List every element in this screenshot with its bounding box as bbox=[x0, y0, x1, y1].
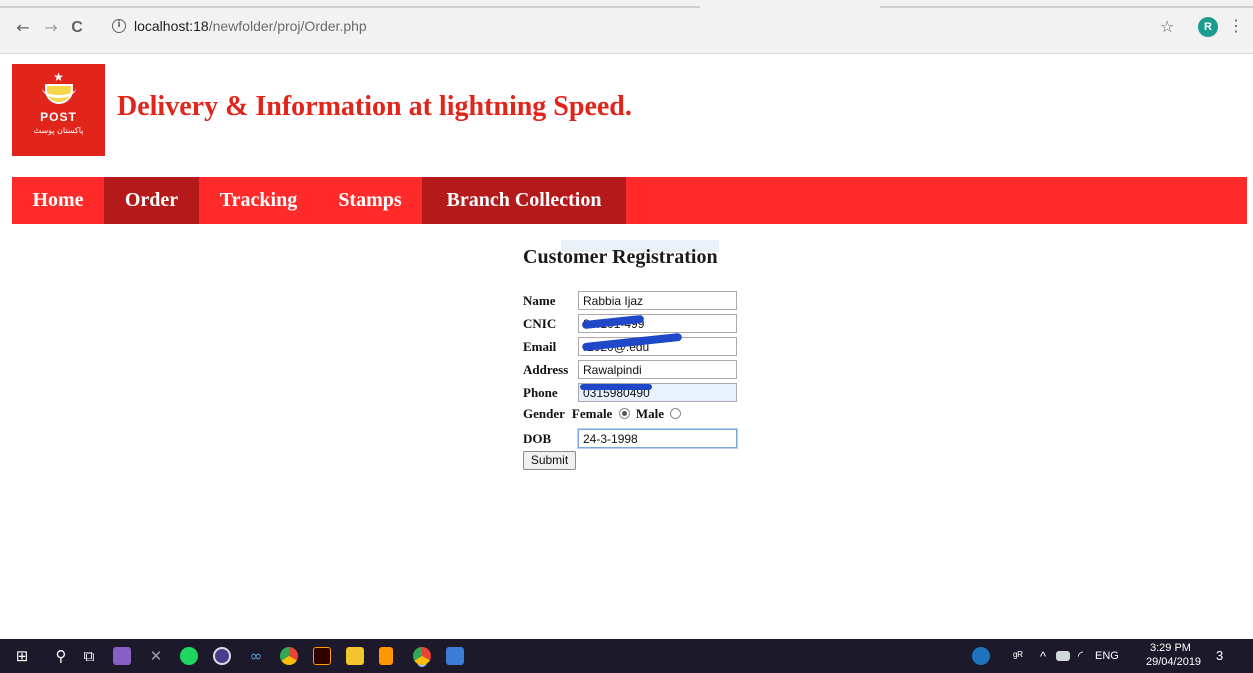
dob-label: DOB bbox=[523, 431, 552, 446]
main-navbar: Home Order Tracking Stamps Branch Collec… bbox=[12, 177, 1247, 224]
phone-label: Phone bbox=[523, 385, 558, 400]
tray-chevron-icon[interactable]: ^ bbox=[1040, 649, 1046, 664]
pakistan-post-logo[interactable]: ★ POST پاکستان پوسٹ bbox=[12, 64, 105, 156]
address-label: Address bbox=[523, 362, 569, 377]
address-field[interactable] bbox=[578, 360, 737, 379]
url-host: localhost:18 bbox=[134, 18, 209, 34]
infinity-icon[interactable]: ∞ bbox=[246, 646, 266, 666]
site-tagline: Delivery & Information at lightning Spee… bbox=[117, 91, 632, 122]
dob-field[interactable] bbox=[578, 429, 737, 448]
male-radio[interactable] bbox=[670, 408, 682, 419]
nav-home[interactable]: Home bbox=[12, 177, 104, 224]
spotify-icon[interactable] bbox=[180, 647, 198, 665]
url-text[interactable]: localhost:18/newfolder/proj/Order.php bbox=[134, 18, 367, 34]
clock-time[interactable]: 3:29 PM bbox=[1150, 642, 1191, 654]
url-path: /newfolder/proj/Order.php bbox=[208, 18, 367, 34]
nav-tracking[interactable]: Tracking bbox=[199, 177, 318, 224]
logo-urdu-text: پاکستان پوسٹ bbox=[33, 126, 84, 135]
back-button[interactable]: ← bbox=[12, 17, 34, 39]
name-label: Name bbox=[523, 293, 556, 308]
chrome-active-icon[interactable] bbox=[413, 647, 431, 665]
notification-center-icon[interactable]: 3 bbox=[1216, 648, 1223, 663]
search-icon[interactable]: ⚲ bbox=[51, 646, 71, 666]
info-icon[interactable]: i bbox=[112, 19, 126, 33]
submit-button[interactable]: Submit bbox=[523, 451, 576, 470]
clock-date[interactable]: 29/04/2019 bbox=[1146, 656, 1201, 668]
bookmark-star-icon[interactable]: ☆ bbox=[1160, 17, 1174, 36]
female-label: Female bbox=[571, 406, 613, 421]
nav-stamps[interactable]: Stamps bbox=[318, 177, 422, 224]
wifi-icon[interactable]: ◜ bbox=[1078, 648, 1083, 664]
nav-order[interactable]: Order bbox=[104, 177, 199, 224]
tool-icon[interactable]: ✕ bbox=[146, 646, 166, 666]
nav-branch-collection[interactable]: Branch Collection bbox=[422, 177, 626, 224]
language-indicator[interactable]: ENG bbox=[1095, 650, 1119, 662]
battery-icon[interactable] bbox=[1056, 651, 1070, 661]
sublime-text-icon[interactable] bbox=[379, 647, 393, 665]
forward-button[interactable]: → bbox=[40, 17, 62, 39]
tab-separator bbox=[880, 6, 1253, 8]
browser-menu-icon[interactable]: ⋮ bbox=[1228, 16, 1244, 35]
reload-button[interactable]: C bbox=[66, 17, 88, 39]
email-label: Email bbox=[523, 339, 557, 354]
windows-taskbar: ⊞ ⚲ ⧉ ✕ ∞ ᵍᴿ ^ ◜ ENG 3:29 PM 29/04/2019 … bbox=[0, 639, 1253, 673]
profile-avatar[interactable]: R bbox=[1198, 17, 1218, 37]
form-title: Customer Registration bbox=[523, 246, 718, 268]
female-radio[interactable] bbox=[618, 408, 630, 419]
window-app-icon[interactable] bbox=[446, 647, 464, 665]
eclipse-icon[interactable] bbox=[213, 647, 231, 665]
logo-post-text: POST bbox=[40, 110, 77, 124]
help-icon[interactable] bbox=[972, 647, 990, 665]
illustrator-icon[interactable] bbox=[313, 647, 331, 665]
task-view-icon[interactable]: ⧉ bbox=[79, 646, 99, 666]
male-label: Male bbox=[635, 406, 664, 421]
gender-row: Gender Female Male bbox=[523, 406, 684, 422]
logo-crescent bbox=[42, 78, 76, 98]
tab-separator bbox=[0, 6, 700, 8]
name-field[interactable] bbox=[578, 291, 737, 310]
people-icon[interactable]: ᵍᴿ bbox=[1013, 649, 1023, 663]
chrome-icon[interactable] bbox=[280, 647, 298, 665]
cnic-label: CNIC bbox=[523, 316, 557, 331]
visual-studio-icon[interactable] bbox=[113, 647, 131, 665]
redaction-scribble bbox=[580, 384, 652, 390]
windows-start-icon[interactable]: ⊞ bbox=[12, 646, 32, 666]
gender-label: Gender bbox=[523, 406, 565, 421]
file-explorer-icon[interactable] bbox=[346, 647, 364, 665]
